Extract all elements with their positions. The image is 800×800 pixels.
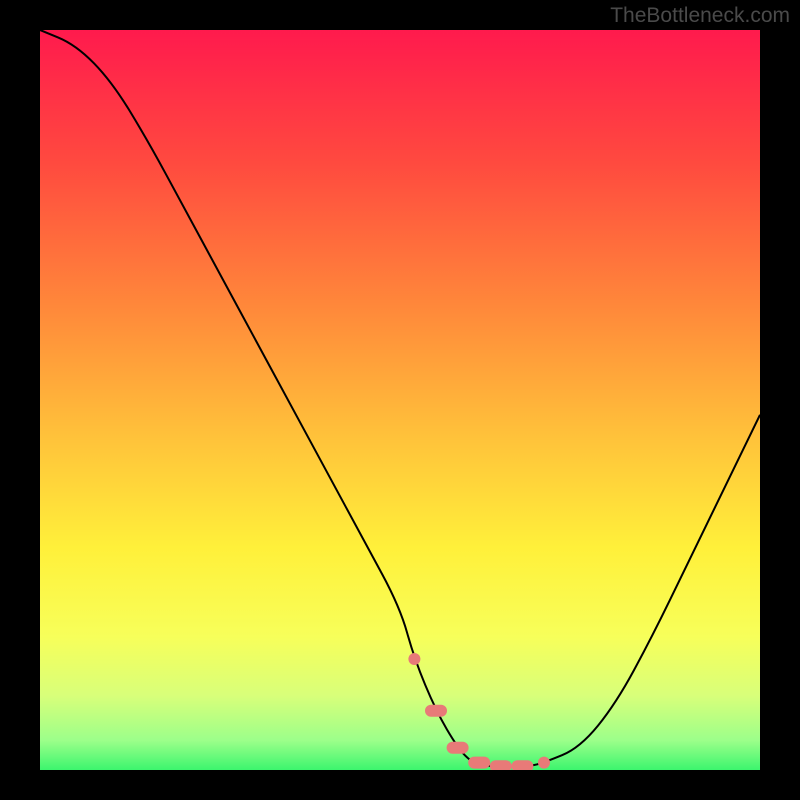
curve-layer (40, 30, 760, 770)
optimal-marker (511, 760, 533, 770)
optimal-marker (490, 760, 512, 770)
optimal-marker (468, 757, 490, 769)
optimal-marker (408, 653, 420, 665)
optimal-marker (447, 742, 469, 754)
optimal-marker (425, 705, 447, 717)
plot-area (40, 30, 760, 770)
optimal-zone-markers (408, 653, 550, 770)
optimal-marker (538, 757, 550, 769)
bottleneck-curve (40, 30, 760, 766)
chart-container: TheBottleneck.com (0, 0, 800, 800)
watermark-text: TheBottleneck.com (610, 4, 790, 28)
